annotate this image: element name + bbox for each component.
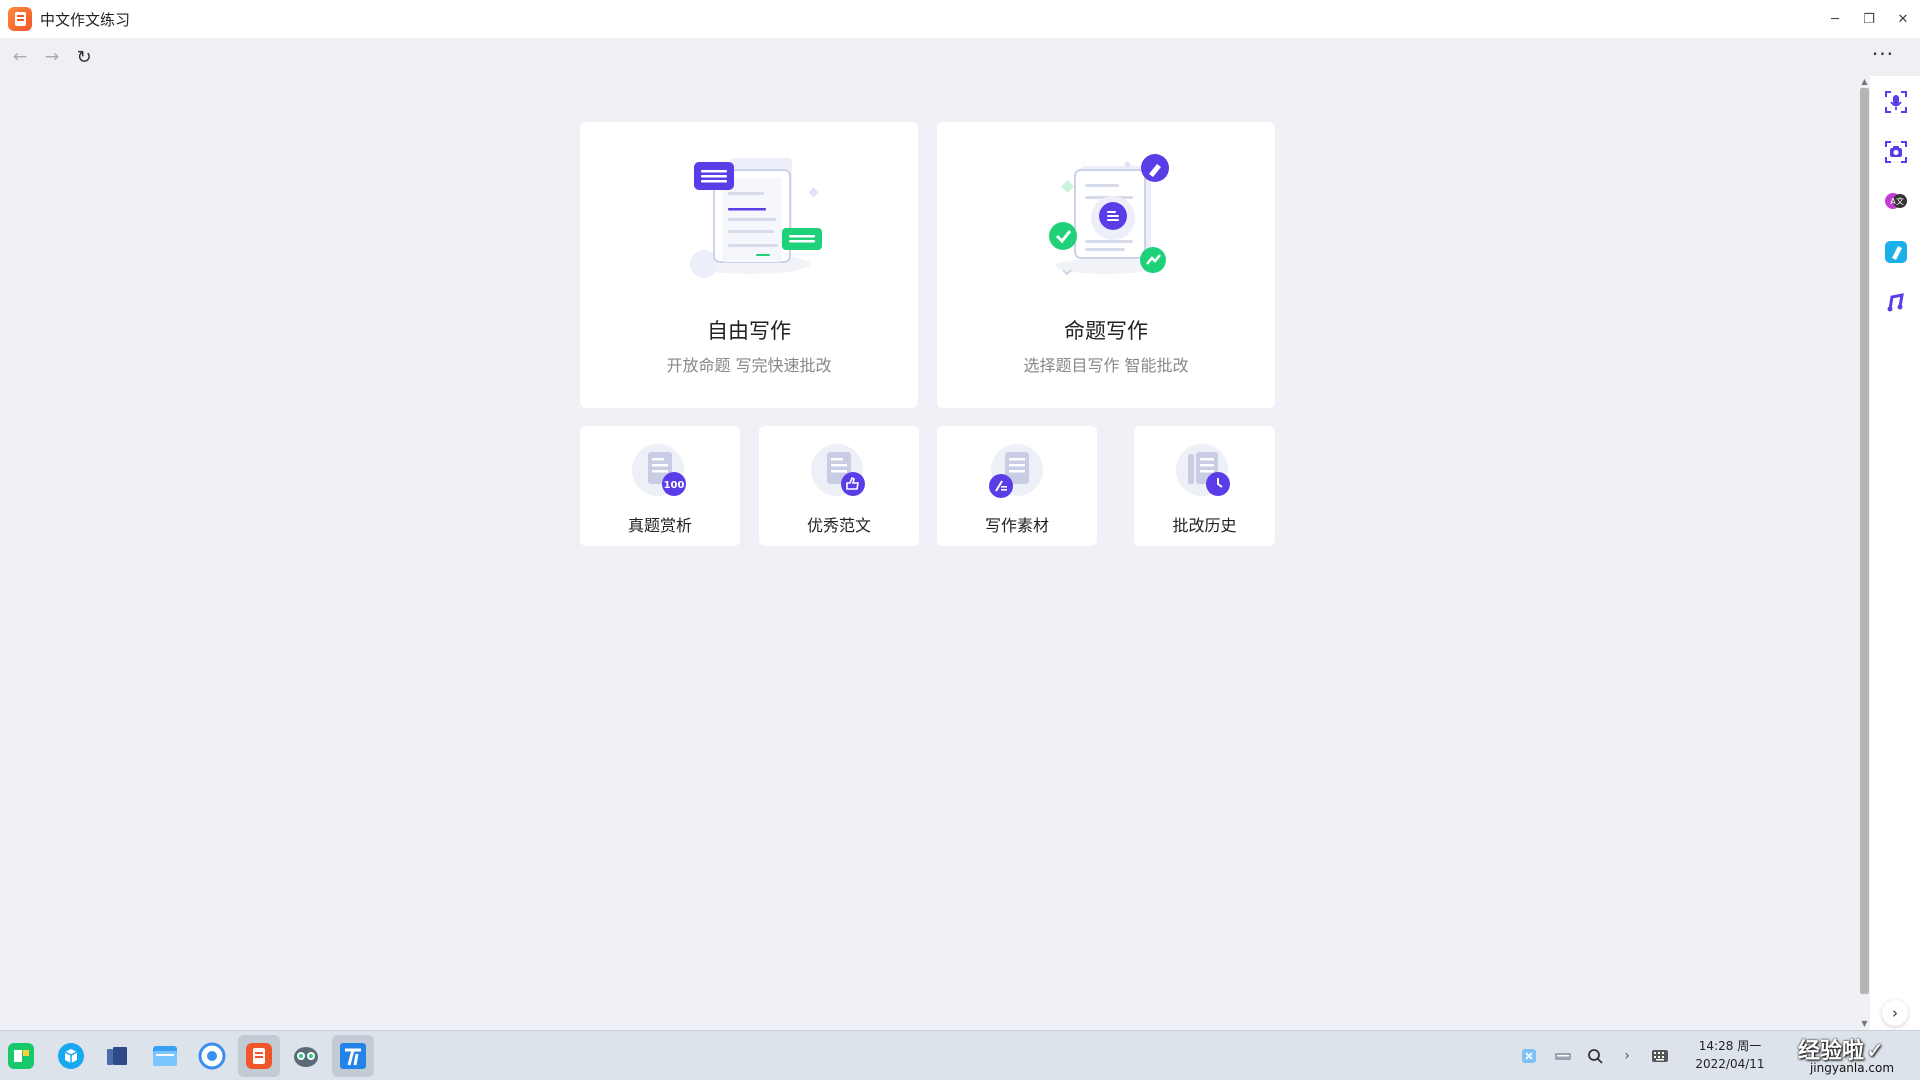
topic-writing-title: 命题写作: [1064, 319, 1148, 343]
system-clock[interactable]: 14:28 周一 2022/04/11: [1680, 1037, 1780, 1073]
excellent-essays-label: 优秀范文: [806, 516, 871, 535]
score-100-icon: 100: [632, 444, 686, 496]
browser-icon[interactable]: [191, 1035, 233, 1077]
music-icon[interactable]: [1882, 288, 1910, 316]
search-icon[interactable]: [1584, 1031, 1606, 1080]
chinese-writing-app-icon[interactable]: [238, 1035, 280, 1077]
scroll-up-arrow-icon[interactable]: ▲: [1860, 78, 1869, 86]
window-title: 中文作文练习: [40, 10, 131, 29]
voice-capture-icon[interactable]: [1882, 88, 1910, 116]
expand-panel-button[interactable]: ›: [1882, 1000, 1908, 1026]
reload-button[interactable]: ↻: [68, 41, 100, 73]
topic-writing-card[interactable]: 命题写作 选择题目写作 智能批改: [937, 122, 1275, 408]
watermark-url: jingyanla.com: [1809, 1061, 1895, 1075]
past-exam-analysis-card[interactable]: 100 真题赏析: [580, 426, 740, 546]
camera-capture-icon[interactable]: [1882, 138, 1910, 166]
file-manager-icon[interactable]: [144, 1035, 186, 1077]
pen-icon[interactable]: [1882, 238, 1910, 266]
clock-time: 14:28 周一: [1698, 1039, 1762, 1053]
keyboard-icon[interactable]: [1648, 1031, 1672, 1080]
pinned-app-icon[interactable]: [332, 1035, 374, 1077]
correction-history-card[interactable]: 批改历史: [1134, 426, 1275, 546]
scroll-down-arrow-icon[interactable]: ▼: [1860, 1020, 1869, 1028]
history-clock-icon: [1176, 444, 1230, 496]
score-badge-text: 100: [664, 480, 685, 491]
storage-device-icon[interactable]: [1552, 1031, 1574, 1080]
tray-expand-chevron-icon[interactable]: ›: [1616, 1031, 1638, 1080]
watermark: 经验啦✓ jingyanla.com: [1784, 1031, 1920, 1080]
free-writing-illustration-icon: [690, 158, 822, 278]
forward-button[interactable]: →: [36, 41, 68, 73]
vertical-scrollbar[interactable]: ▲ ▼: [1858, 76, 1870, 1030]
scroll-thumb[interactable]: [1860, 88, 1869, 994]
window-controls: ─ ❐ ✕: [1818, 0, 1920, 38]
excellent-essays-card[interactable]: 优秀范文: [759, 426, 919, 546]
maximize-button[interactable]: ❐: [1852, 0, 1886, 38]
free-writing-title: 自由写作: [707, 319, 791, 343]
svg-text:文: 文: [1896, 196, 1904, 206]
robot-assistant-icon[interactable]: [285, 1035, 327, 1077]
app-store-icon[interactable]: [50, 1035, 92, 1077]
launcher-icon[interactable]: [0, 1035, 42, 1077]
topic-writing-illustration-icon: [1049, 154, 1169, 276]
thumbs-up-icon: [811, 444, 865, 496]
more-options-button[interactable]: ···: [1872, 42, 1894, 66]
back-button[interactable]: ←: [4, 41, 36, 73]
app-logo-icon: [8, 7, 32, 31]
free-writing-card[interactable]: 自由写作 开放命题 写完快速批改: [580, 122, 918, 408]
input-method-icon[interactable]: [1518, 1031, 1540, 1080]
writing-materials-icon: [989, 444, 1043, 498]
writing-materials-card[interactable]: 写作素材: [937, 426, 1097, 546]
free-writing-subtitle: 开放命题 写完快速批改: [666, 356, 832, 375]
minimize-button[interactable]: ─: [1818, 0, 1852, 38]
translate-icon[interactable]: A 文: [1882, 188, 1910, 216]
right-tool-panel: A 文 ›: [1870, 76, 1920, 1030]
main-content: 自由写作 开放命题 写完快速批改 命题写作 选择题目写作 智能批改 100 真题…: [0, 76, 1860, 1030]
correction-history-label: 批改历史: [1172, 516, 1237, 535]
writing-materials-label: 写作素材: [984, 516, 1049, 535]
taskbar: › 14:28 周一 2022/04/11 经验啦✓ jingyanla.com: [0, 1030, 1920, 1080]
topic-writing-subtitle: 选择题目写作 智能批改: [1023, 356, 1189, 375]
navigation-bar: ← → ↻ ···: [0, 38, 1920, 76]
close-button[interactable]: ✕: [1886, 0, 1920, 38]
past-exam-analysis-label: 真题赏析: [627, 516, 692, 535]
multitask-view-icon[interactable]: [97, 1035, 139, 1077]
clock-date: 2022/04/11: [1695, 1057, 1765, 1071]
title-bar: 中文作文练习 ─ ❐ ✕: [0, 0, 1920, 38]
